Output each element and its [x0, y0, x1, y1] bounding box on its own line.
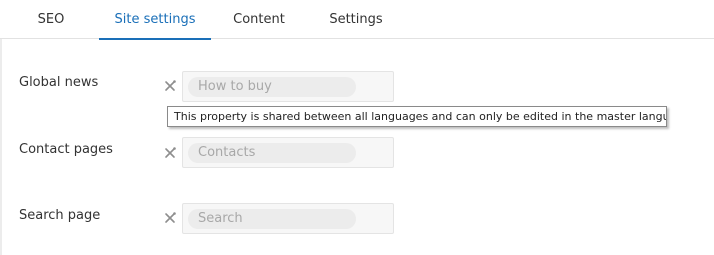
tab-seo[interactable]: SEO [26, 0, 76, 39]
search-page-label: Search page [19, 208, 101, 223]
tab-content[interactable]: Content [222, 0, 296, 39]
shared-property-tooltip: This property is shared between all lang… [167, 106, 667, 127]
global-news-field[interactable]: How to buy [182, 71, 394, 102]
shared-property-icon[interactable] [163, 145, 177, 159]
panel-left-border [0, 39, 2, 255]
tab-settings[interactable]: Settings [316, 0, 396, 39]
contact-pages-field[interactable]: Contacts [182, 137, 394, 168]
tab-bar: SEO Site settings Content Settings [0, 0, 714, 40]
global-news-value: How to buy [188, 77, 356, 97]
search-page-field[interactable]: Search [182, 203, 394, 234]
tab-site-settings[interactable]: Site settings [99, 0, 211, 40]
shared-property-icon[interactable] [163, 210, 177, 224]
global-news-label: Global news [19, 75, 99, 90]
search-page-value: Search [188, 209, 356, 229]
contact-pages-label: Contact pages [19, 142, 113, 157]
contact-pages-value: Contacts [188, 143, 356, 163]
shared-property-icon[interactable] [163, 78, 177, 92]
